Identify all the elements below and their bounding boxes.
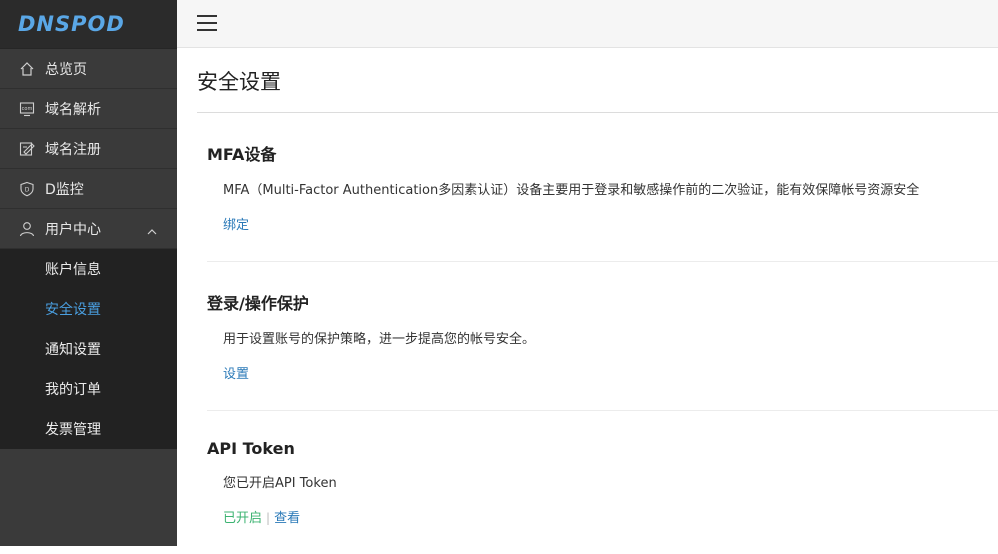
api-token-status: 已开启 — [223, 511, 263, 526]
sidebar-subitem-security[interactable]: 安全设置 — [0, 289, 177, 329]
edit-icon — [19, 141, 35, 157]
user-icon — [19, 221, 35, 237]
sidebar-item-label: 用户中心 — [45, 221, 101, 238]
sidebar-item-dns[interactable]: com 域名解析 — [0, 89, 177, 129]
api-token-section: API Token 您已开启API Token 已开启 | 查看 — [207, 411, 998, 554]
login-protect-section: 登录/操作保护 用于设置账号的保护策略，进一步提高您的帐号安全。 设置 — [207, 262, 998, 411]
login-protect-settings-link[interactable]: 设置 — [223, 367, 249, 382]
section-description: 您已开启API Token — [223, 476, 337, 491]
sidebar-subitem-orders[interactable]: 我的订单 — [0, 369, 177, 409]
sidebar-subitem-notify[interactable]: 通知设置 — [0, 329, 177, 369]
sidebar: DNSPOD 总览页 com 域名解析 域名注册 D D监控 用户中心 账户信息… — [0, 0, 177, 546]
sidebar-item-overview[interactable]: 总览页 — [0, 49, 177, 89]
sidebar-item-label: 域名解析 — [45, 101, 101, 118]
api-token-view-link[interactable]: 查看 — [274, 511, 300, 526]
section-description: 用于设置账号的保护策略，进一步提高您的帐号安全。 — [223, 332, 536, 347]
sidebar-item-label: 域名注册 — [45, 141, 101, 158]
sidebar-item-label: D监控 — [45, 181, 84, 198]
mfa-section: MFA设备 MFA（Multi-Factor Authentication多因素… — [207, 113, 998, 262]
section-heading: MFA设备 — [207, 145, 277, 164]
svg-text:D: D — [25, 186, 30, 193]
top-bar — [177, 0, 998, 48]
sidebar-item-user-center[interactable]: 用户中心 — [0, 209, 177, 249]
svg-text:com: com — [22, 106, 33, 112]
mfa-bind-link[interactable]: 绑定 — [223, 218, 249, 233]
shield-icon: D — [19, 181, 35, 197]
section-heading: API Token — [207, 439, 295, 458]
section-description: MFA（Multi-Factor Authentication多因素认证）设备主… — [223, 183, 920, 198]
divider: | — [266, 511, 271, 525]
user-center-submenu: 账户信息 安全设置 通知设置 我的订单 发票管理 — [0, 249, 177, 449]
menu-toggle-icon[interactable] — [197, 15, 217, 31]
main-content: 安全设置 MFA设备 MFA（Multi-Factor Authenticati… — [177, 48, 998, 546]
sidebar-subitem-account[interactable]: 账户信息 — [0, 249, 177, 289]
page-title: 安全设置 — [197, 66, 998, 113]
section-heading: 登录/操作保护 — [207, 294, 309, 313]
logo[interactable]: DNSPOD — [0, 0, 177, 49]
home-icon — [19, 61, 35, 77]
dns-icon: com — [19, 101, 35, 117]
sidebar-item-register[interactable]: 域名注册 — [0, 129, 177, 169]
sidebar-item-label: 总览页 — [45, 61, 87, 78]
chevron-up-icon — [147, 224, 157, 240]
logo-text: DNSPOD — [18, 12, 125, 36]
sidebar-item-monitor[interactable]: D D监控 — [0, 169, 177, 209]
sidebar-subitem-invoice[interactable]: 发票管理 — [0, 409, 177, 449]
